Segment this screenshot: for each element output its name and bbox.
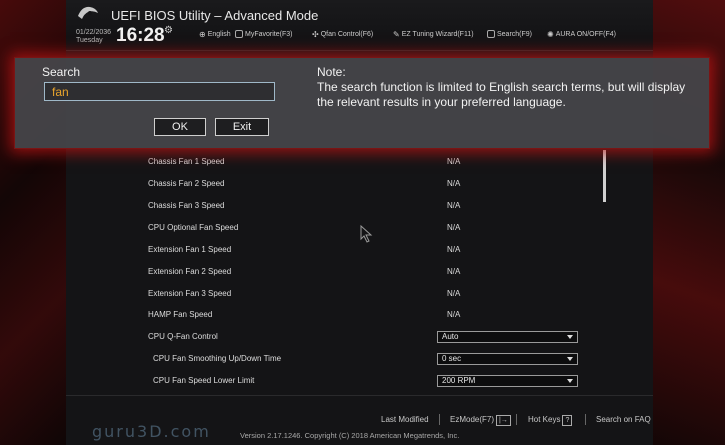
myfavorite-label: MyFavorite(F3) xyxy=(245,30,293,38)
page-title: UEFI BIOS Utility – Advanced Mode xyxy=(111,8,319,23)
setting-label: Chassis Fan 3 Speed xyxy=(148,201,225,210)
setting-label: CPU Optional Fan Speed xyxy=(148,223,239,232)
globe-icon: ⊕ xyxy=(199,30,206,39)
exit-button[interactable]: Exit xyxy=(215,118,269,136)
setting-value: N/A xyxy=(447,179,461,188)
chevron-down-icon xyxy=(567,379,573,383)
help-icon xyxy=(487,30,495,38)
setting-value: N/A xyxy=(447,201,461,210)
wizard-icon: ✎ xyxy=(393,30,400,39)
setting-value: N/A xyxy=(447,157,461,166)
clock-time: 16:28 xyxy=(116,25,165,46)
setting-label: Chassis Fan 1 Speed xyxy=(148,157,225,166)
hot-keys-label: Hot Keys xyxy=(528,415,561,424)
ezmode-label: EzMode(F7) xyxy=(450,415,495,424)
setting-label: Extension Fan 1 Speed xyxy=(148,245,232,254)
watermark: guru3D.com xyxy=(92,422,211,441)
footer-separator xyxy=(585,414,586,425)
day-text: Tuesday xyxy=(76,37,103,44)
date-display: 01/22/2036 Tuesday xyxy=(76,29,111,45)
setting-value: N/A xyxy=(447,267,461,276)
clock-settings-gear-icon[interactable]: ⚙ xyxy=(164,25,173,36)
search-input[interactable] xyxy=(44,82,275,101)
note-title: Note: xyxy=(317,65,346,79)
setting-label: CPU Fan Speed Lower Limit xyxy=(153,376,255,385)
version-text: Version 2.17.1246. Copyright (C) 2018 Am… xyxy=(240,431,460,440)
language-label: English xyxy=(207,31,231,38)
favorite-icon xyxy=(235,30,243,38)
setting-label: CPU Fan Smoothing Up/Down Time xyxy=(153,354,282,363)
ez-tuning-wizard-label: EZ Tuning Wizard(F11) xyxy=(401,31,474,38)
search-dialog: Search OK Exit Note: The search function… xyxy=(14,57,710,149)
fan-icon: ✣ xyxy=(312,30,319,39)
exit-arrow-icon: |→ xyxy=(496,415,511,426)
rog-logo-icon xyxy=(78,6,98,19)
dropdown-value: Auto xyxy=(442,332,459,341)
setting-value: N/A xyxy=(447,245,461,254)
ezmode-button[interactable]: EzMode(F7) |→ xyxy=(450,415,511,426)
aura-icon: ✺ xyxy=(547,30,554,39)
footer-separator xyxy=(516,414,517,425)
setting-value: N/A xyxy=(447,310,461,319)
qfan-control-label: Qfan Control(F6) xyxy=(320,31,374,38)
dropdown-value: 200 RPM xyxy=(442,376,476,385)
hot-keys-button[interactable]: Hot Keys? xyxy=(528,415,573,426)
date-text: 01/22/2036 xyxy=(76,29,112,36)
setting-value: N/A xyxy=(447,289,461,298)
setting-label: Extension Fan 2 Speed xyxy=(148,267,232,276)
cpu-fan-lower-limit-dropdown[interactable]: 200 RPM xyxy=(437,375,578,387)
search-dialog-label: Search xyxy=(42,65,81,79)
footer-divider xyxy=(66,395,653,396)
setting-label: Chassis Fan 2 Speed xyxy=(148,179,225,188)
aura-toggle-button[interactable]: ✺ AURA ON/OFF(F4) xyxy=(547,30,616,39)
cpu-qfan-control-dropdown[interactable]: Auto xyxy=(437,331,578,343)
note-text: The search function is limited to Englis… xyxy=(317,80,686,109)
ok-button[interactable]: OK xyxy=(154,118,206,136)
qfan-control-button[interactable]: ✣ Qfan Control(F6) xyxy=(312,30,373,39)
aura-toggle-label: AURA ON/OFF(F4) xyxy=(555,31,616,38)
question-mark-icon: ? xyxy=(562,415,573,426)
search-faq-button[interactable]: Search on FAQ xyxy=(596,415,651,424)
dropdown-value: 0 sec xyxy=(442,354,462,363)
footer-separator xyxy=(439,414,440,425)
ez-tuning-wizard-button[interactable]: ✎ EZ Tuning Wizard(F11) xyxy=(393,30,474,39)
last-modified-button[interactable]: Last Modified xyxy=(381,415,429,424)
chevron-down-icon xyxy=(567,335,573,339)
chevron-down-icon xyxy=(567,357,573,361)
cpu-fan-smoothing-dropdown[interactable]: 0 sec xyxy=(437,353,578,365)
setting-label: CPU Q-Fan Control xyxy=(148,332,218,341)
setting-label: HAMP Fan Speed xyxy=(148,310,213,319)
search-button[interactable]: Search(F9) xyxy=(487,30,532,38)
setting-label: Extension Fan 3 Speed xyxy=(148,289,232,298)
mouse-cursor-icon xyxy=(360,225,373,243)
setting-value: N/A xyxy=(447,223,461,232)
header-bar: UEFI BIOS Utility – Advanced Mode 01/22/… xyxy=(66,0,653,51)
settings-scrollbar[interactable] xyxy=(603,150,606,202)
search-label: Search(F9) xyxy=(497,30,533,38)
language-button[interactable]: ⊕ English xyxy=(199,30,231,39)
myfavorite-button[interactable]: MyFavorite(F3) xyxy=(235,30,292,38)
